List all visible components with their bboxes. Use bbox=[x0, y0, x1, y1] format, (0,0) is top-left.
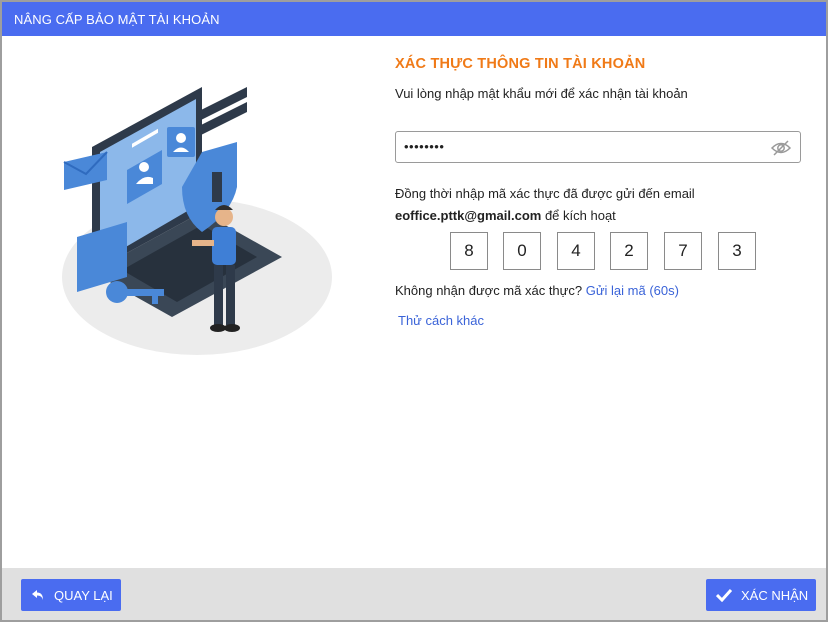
check-icon bbox=[716, 588, 732, 602]
confirm-button[interactable]: XÁC NHẬN bbox=[706, 579, 816, 611]
otp-digit-input[interactable]: 3 bbox=[718, 232, 756, 270]
otp-suffix: để kích hoạt bbox=[544, 208, 616, 223]
otp-prompt: Đồng thời nhập mã xác thực đã được gửi đ… bbox=[395, 186, 695, 201]
otp-digit-input[interactable]: 2 bbox=[610, 232, 648, 270]
security-illustration bbox=[62, 87, 332, 355]
eye-hidden-icon[interactable] bbox=[770, 138, 792, 158]
try-other-method-link[interactable]: Thử cách khác bbox=[398, 313, 484, 328]
section-subtitle: Vui lòng nhập mật khẩu mới để xác nhận t… bbox=[395, 86, 688, 101]
resend-question: Không nhận được mã xác thực? bbox=[395, 283, 583, 298]
verification-panel: XÁC THỰC THÔNG TIN TÀI KHOẢN Vui lòng nh… bbox=[395, 56, 805, 328]
email-address: eoffice.pttk@gmail.com bbox=[395, 208, 542, 223]
section-title: XÁC THỰC THÔNG TIN TÀI KHOẢN bbox=[395, 56, 646, 72]
back-arrow-icon bbox=[32, 590, 43, 600]
password-value: •••••••• bbox=[404, 139, 445, 154]
upgrade-security-dialog: NÂNG CẤP BẢO MẬT TÀI KHOẢN XÁC THỰC THÔN… bbox=[0, 0, 828, 622]
otp-instruction: Đồng thời nhập mã xác thực đã được gửi đ… bbox=[395, 183, 805, 227]
back-button[interactable]: QUAY LẠI bbox=[21, 579, 121, 611]
otp-digit-input[interactable]: 7 bbox=[664, 232, 702, 270]
otp-digit-input[interactable]: 4 bbox=[557, 232, 595, 270]
resend-code-link[interactable]: Gửi lại mã (60s) bbox=[586, 283, 679, 298]
dialog-footer: QUAY LẠI XÁC NHẬN bbox=[2, 568, 826, 620]
otp-digit-input[interactable]: 8 bbox=[450, 232, 488, 270]
resend-row: Không nhận được mã xác thực? Gửi lại mã … bbox=[395, 283, 679, 298]
otp-digit-input[interactable]: 0 bbox=[503, 232, 541, 270]
back-button-label: QUAY LẠI bbox=[54, 587, 113, 603]
dialog-title: NÂNG CẤP BẢO MẬT TÀI KHOẢN bbox=[14, 12, 220, 27]
dialog-header: NÂNG CẤP BẢO MẬT TÀI KHOẢN bbox=[2, 2, 826, 36]
new-password-input[interactable]: •••••••• bbox=[395, 131, 801, 163]
confirm-button-label: XÁC NHẬN bbox=[741, 587, 809, 603]
